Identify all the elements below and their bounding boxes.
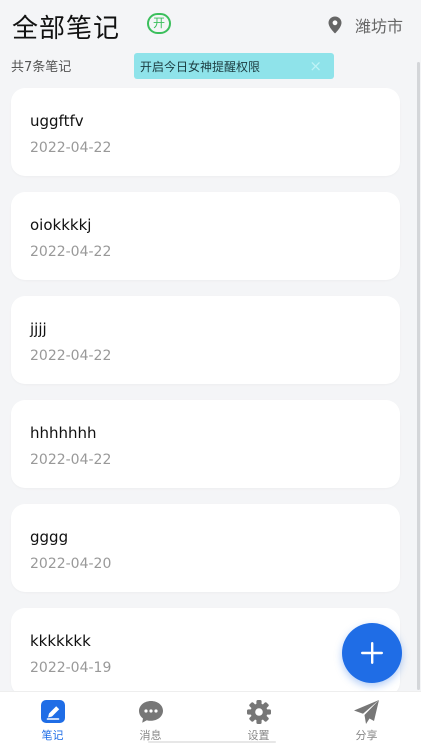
tab-notes[interactable]: 笔记 [0, 692, 105, 746]
home-indicator [148, 741, 276, 743]
scrollbar[interactable] [417, 62, 420, 690]
note-date: 2022-04-22 [30, 452, 112, 468]
close-icon[interactable]: × [309, 57, 322, 75]
note-title: hhhhhhh [30, 424, 97, 442]
tab-label: 分享 [355, 729, 378, 742]
tab-messages[interactable]: 消息 [98, 692, 203, 746]
tab-label: 笔记 [41, 729, 64, 742]
gear-icon [246, 700, 271, 724]
note-title: jjjj [30, 320, 47, 338]
note-date: 2022-04-22 [30, 348, 112, 364]
location-pin-icon [328, 16, 342, 34]
page-header: 全部笔记 开 潍坊市 [0, 0, 421, 44]
note-card[interactable]: gggg 2022-04-20 [11, 504, 400, 592]
note-title: uggftfv [30, 112, 84, 130]
note-card[interactable]: hhhhhhh 2022-04-22 [11, 400, 400, 488]
pencil-icon [40, 700, 65, 723]
plus-icon [361, 642, 383, 664]
permission-tip[interactable]: 开启今日女神提醒权限 × [134, 53, 334, 79]
bottom-tab-bar: 笔记 消息 设置 分享 [0, 691, 421, 746]
note-title: oiokkkkj [30, 216, 92, 234]
note-card[interactable]: uggftfv 2022-04-22 [11, 88, 400, 176]
location-label: 潍坊市 [354, 17, 403, 36]
note-date: 2022-04-22 [30, 140, 112, 156]
note-card[interactable]: jjjj 2022-04-22 [11, 296, 400, 384]
tab-share[interactable]: 分享 [314, 692, 419, 746]
note-date: 2022-04-20 [30, 556, 112, 572]
note-date: 2022-04-19 [30, 660, 112, 676]
permission-tip-text: 开启今日女神提醒权限 [140, 59, 261, 74]
chat-bubble-icon [138, 701, 163, 723]
location-selector[interactable]: 潍坊市 [325, 15, 403, 36]
note-title: kkkkkkk [30, 632, 91, 650]
note-date: 2022-04-22 [30, 244, 112, 260]
open-badge[interactable]: 开 [147, 13, 171, 34]
page-title: 全部笔记 [12, 14, 121, 44]
note-count: 共7条笔记 [11, 60, 72, 75]
note-card[interactable]: oiokkkkj 2022-04-22 [11, 192, 400, 280]
tab-settings[interactable]: 设置 [206, 692, 311, 746]
note-list: uggftfv 2022-04-22 oiokkkkj 2022-04-22 j… [0, 0, 421, 691]
add-note-button[interactable] [342, 623, 402, 683]
note-title: gggg [30, 528, 69, 546]
paper-plane-icon [353, 700, 379, 724]
